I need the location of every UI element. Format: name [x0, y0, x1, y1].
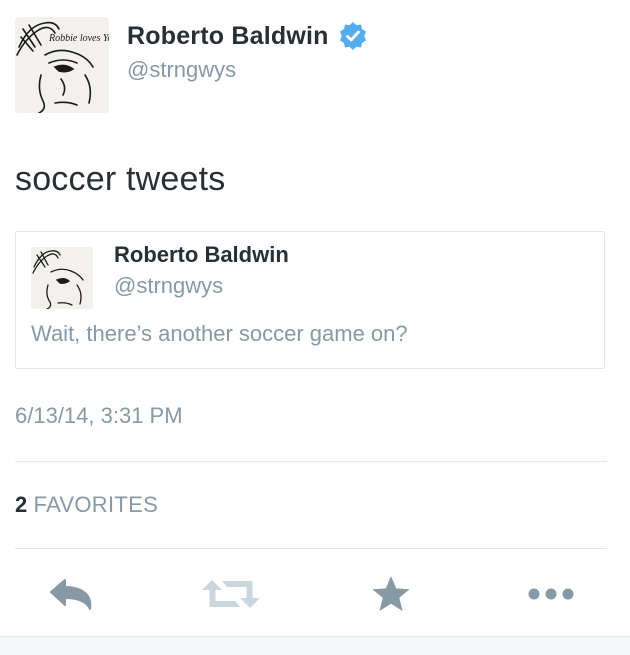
- reply-icon: [50, 579, 92, 610]
- quoted-avatar-sketch: [31, 247, 93, 309]
- favorites-label: FAVORITES: [33, 492, 159, 517]
- action-bar: [0, 566, 630, 626]
- tweet-text: soccer tweets: [15, 160, 226, 198]
- divider: [15, 461, 607, 462]
- tweet-header: Robbie loves You!! Roberto Baldwin @strn…: [15, 17, 615, 113]
- retweet-button[interactable]: [201, 566, 261, 622]
- avatar[interactable]: Robbie loves You!!: [15, 17, 109, 113]
- reply-button[interactable]: [41, 566, 101, 622]
- favorite-button[interactable]: [361, 566, 421, 622]
- star-icon: [372, 576, 410, 611]
- tweet-timestamp: 6/13/14, 3:31 PM: [15, 403, 183, 428]
- verified-badge-icon: [338, 21, 368, 51]
- author-name[interactable]: Roberto Baldwin: [127, 22, 329, 51]
- quoted-author-handle: @strngwys: [114, 273, 224, 298]
- more-button[interactable]: [521, 566, 581, 622]
- name-row: Roberto Baldwin: [127, 21, 368, 51]
- avatar-scribble: Robbie loves You!!: [48, 33, 109, 44]
- favorites-stat[interactable]: 2 FAVORITES: [15, 492, 158, 518]
- quoted-author-name: Roberto Baldwin: [114, 242, 289, 267]
- favorites-count: 2: [15, 492, 28, 517]
- author-handle[interactable]: @strngwys: [127, 57, 236, 83]
- retweet-icon: [202, 580, 260, 608]
- divider: [15, 548, 607, 549]
- quoted-tweet-text: Wait, there’s another soccer game on?: [31, 321, 408, 346]
- quoted-avatar: [31, 247, 93, 309]
- more-icon: [528, 588, 574, 600]
- quoted-tweet-card[interactable]: Roberto Baldwin @strngwys Wait, there’s …: [15, 231, 605, 369]
- avatar-sketch: Robbie loves You!!: [15, 17, 109, 113]
- bottom-bar: [0, 636, 630, 655]
